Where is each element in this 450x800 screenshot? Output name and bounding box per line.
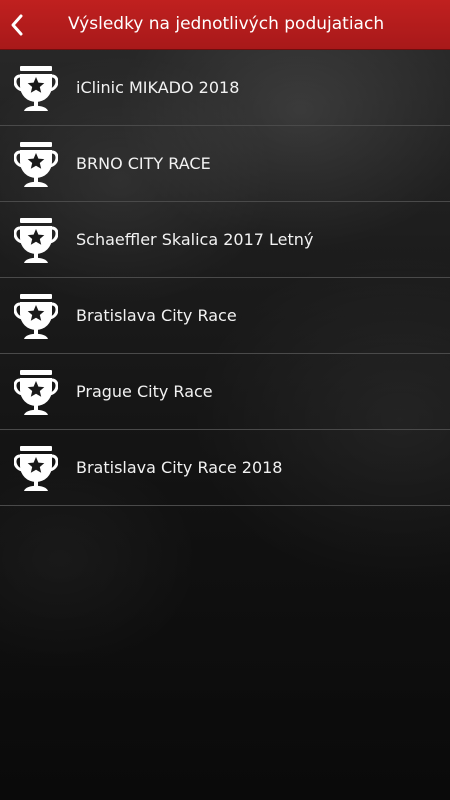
list-item[interactable]: Bratislava City Race 2018 bbox=[0, 430, 450, 506]
back-button[interactable] bbox=[0, 0, 34, 50]
trophy-star-icon bbox=[14, 66, 58, 111]
list-item[interactable]: Prague City Race bbox=[0, 354, 450, 430]
event-name: BRNO CITY RACE bbox=[76, 154, 211, 173]
trophy-star-icon bbox=[14, 218, 58, 263]
event-name: Bratislava City Race bbox=[76, 306, 237, 325]
event-name: Prague City Race bbox=[76, 382, 213, 401]
event-name: iClinic MIKADO 2018 bbox=[76, 78, 240, 97]
app-header: Výsledky na jednotlivých podujatiach bbox=[0, 0, 450, 50]
events-list: iClinic MIKADO 2018 BRNO CITY RACE Schae… bbox=[0, 50, 450, 506]
list-item[interactable]: BRNO CITY RACE bbox=[0, 126, 450, 202]
event-name: Schaeffler Skalica 2017 Letný bbox=[76, 230, 314, 249]
list-item[interactable]: Schaeffler Skalica 2017 Letný bbox=[0, 202, 450, 278]
chevron-left-icon bbox=[11, 14, 23, 35]
trophy-star-icon bbox=[14, 370, 58, 415]
trophy-star-icon bbox=[14, 142, 58, 187]
event-name: Bratislava City Race 2018 bbox=[76, 458, 283, 477]
trophy-star-icon bbox=[14, 294, 58, 339]
list-item[interactable]: Bratislava City Race bbox=[0, 278, 450, 354]
list-item[interactable]: iClinic MIKADO 2018 bbox=[0, 50, 450, 126]
page-title: Výsledky na jednotlivých podujatiach bbox=[68, 14, 385, 34]
trophy-star-icon bbox=[14, 446, 58, 491]
